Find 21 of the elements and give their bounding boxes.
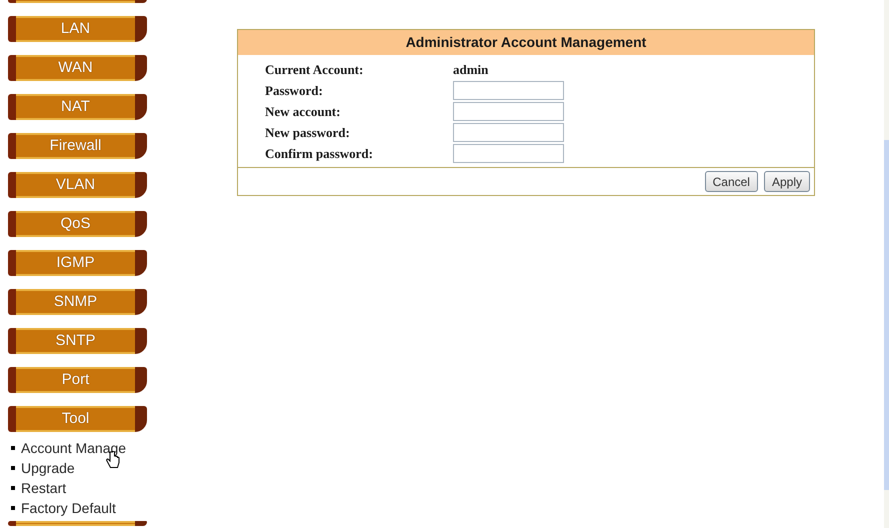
- field-value: admin: [453, 60, 488, 79]
- input-field[interactable]: [453, 81, 564, 100]
- apply-button[interactable]: Apply: [764, 171, 810, 192]
- cancel-button[interactable]: Cancel: [704, 171, 758, 192]
- input-field[interactable]: [453, 144, 564, 163]
- submenu-link[interactable]: Account Manage: [21, 438, 126, 458]
- submenu-link[interactable]: Factory Default: [21, 498, 116, 518]
- bullet-icon: [11, 506, 15, 510]
- submenu-link[interactable]: Restart: [21, 478, 66, 498]
- field-label: New account:: [265, 102, 342, 121]
- input-field[interactable]: [453, 123, 564, 142]
- bullet-icon: [11, 446, 15, 450]
- bullet-icon: [11, 466, 15, 470]
- field-label: Password:: [265, 82, 324, 100]
- field-label: Current Account:: [265, 60, 364, 79]
- bullet-icon: [11, 486, 15, 490]
- field-label: Confirm password:: [265, 144, 374, 163]
- field-label: New password:: [265, 124, 351, 142]
- input-field[interactable]: [453, 102, 564, 121]
- panel-title: Administrator Account Management: [238, 30, 814, 55]
- submenu-link[interactable]: Upgrade: [21, 458, 75, 478]
